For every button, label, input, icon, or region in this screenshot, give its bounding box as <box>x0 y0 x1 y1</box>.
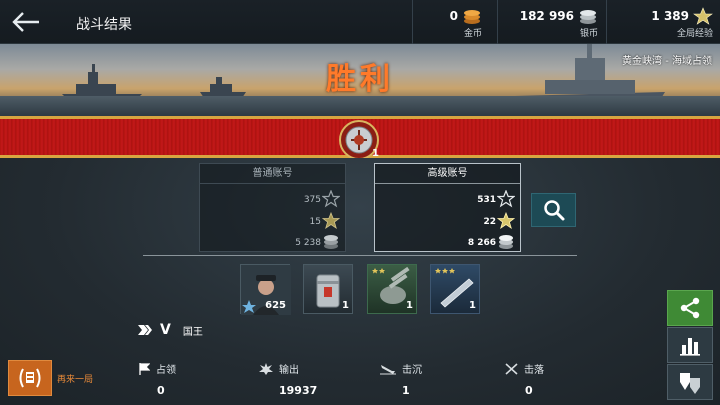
stat-label: 占领 <box>156 365 176 376</box>
reward-count: 1 <box>342 300 349 311</box>
players-icon <box>680 373 700 394</box>
back-arrow-icon <box>12 12 39 32</box>
silver-coin-icon <box>580 10 596 24</box>
sinking-ship-icon <box>380 364 396 374</box>
silver-label: 银币 <box>579 29 598 39</box>
free-xp-star-icon <box>693 7 713 25</box>
regular-account-title: 普通账号 <box>200 164 345 184</box>
share-button[interactable] <box>667 290 713 326</box>
crew-xp-card[interactable]: 625 <box>240 264 291 315</box>
gold-value: 0 <box>449 9 458 23</box>
premium-free-xp-value: 22 <box>483 217 496 227</box>
stat-label: 输出 <box>279 365 299 376</box>
top-bar: 战斗结果 0 金币 182 996 银币 1 389 全局经验 <box>0 0 720 44</box>
ships-destroyed-stat: 击沉 1 <box>380 361 500 397</box>
sea <box>0 96 720 116</box>
consumable-card[interactable]: 1 <box>303 264 353 314</box>
free-xp-star-icon <box>497 212 515 229</box>
premium-xp-value: 531 <box>477 195 496 205</box>
search-icon <box>543 200 564 221</box>
xp-star-icon <box>497 190 515 208</box>
blueprint-card[interactable]: 1 <box>430 264 480 314</box>
silver-value: 182 996 <box>519 9 574 23</box>
ship-name: 国王 <box>182 326 203 338</box>
result-banner: 胜利 黄金峡湾 - 海域占领 <box>0 44 720 116</box>
battleship-class-icon <box>138 325 152 335</box>
xp-star-icon <box>322 190 340 208</box>
statistics-button[interactable] <box>667 327 713 363</box>
stat-label: 击落 <box>524 365 544 376</box>
gold-coin-icon <box>464 10 480 24</box>
regular-free-xp-value: 15 <box>309 217 321 227</box>
silver-coin-icon <box>324 235 338 249</box>
gold-balance[interactable]: 0 金币 <box>420 6 482 39</box>
regular-xp-value: 375 <box>303 195 321 205</box>
ship-tier: V <box>160 322 171 338</box>
free-xp-label: 全局经验 <box>676 29 713 39</box>
stat-value: 1 <box>402 384 410 397</box>
team-button[interactable] <box>667 364 713 400</box>
stat-label: 击沉 <box>402 365 422 376</box>
ship-info: V 国王 <box>138 322 203 338</box>
reward-count: 1 <box>469 300 476 311</box>
silver-coin-icon <box>499 235 513 249</box>
stat-value: 19937 <box>279 384 318 397</box>
reward-count: 1 <box>406 300 413 311</box>
laurel-emblem-icon <box>19 368 41 388</box>
free-xp-value: 1 389 <box>651 9 689 23</box>
silver-balance[interactable]: 182 996 银币 <box>512 6 598 39</box>
planes-destroyed-stat: 击落 0 <box>505 361 625 397</box>
stat-value: 0 <box>525 384 533 397</box>
divider <box>606 0 607 44</box>
divider <box>497 0 498 44</box>
explosion-icon <box>259 362 273 375</box>
stat-value: 0 <box>157 384 165 397</box>
crossed-plane-icon <box>505 362 518 375</box>
map-name: 黄金峡湾 - 海域占领 <box>622 56 712 67</box>
play-again-button[interactable] <box>8 360 52 396</box>
battle-result-title: 胜利 <box>326 62 394 97</box>
divider <box>412 0 413 44</box>
back-button[interactable] <box>0 0 52 44</box>
free-xp-star-icon <box>322 212 340 229</box>
bar-chart-icon <box>680 338 700 356</box>
reward-count: 625 <box>265 300 286 311</box>
section-divider <box>143 255 577 256</box>
damage-stat: 输出 19937 <box>259 361 379 397</box>
premium-account-panel: 高级账号 531 22 8 266 <box>374 163 521 252</box>
module-card[interactable]: 1 <box>367 264 417 314</box>
flag-icon <box>139 362 150 375</box>
page-title: 战斗结果 <box>76 17 132 33</box>
share-icon <box>680 297 700 319</box>
regular-account-panel: 普通账号 375 15 5 238 <box>199 163 346 252</box>
capture-stat: 占领 0 <box>139 361 259 397</box>
premium-silver-value: 8 266 <box>467 238 496 248</box>
details-search-button[interactable] <box>531 193 576 227</box>
free-xp-balance[interactable]: 1 389 全局经验 <box>625 6 713 39</box>
gold-label: 金币 <box>463 29 482 39</box>
regular-silver-value: 5 238 <box>295 238 321 248</box>
play-again-label: 再来一局 <box>57 375 94 385</box>
premium-account-title: 高级账号 <box>375 164 520 184</box>
